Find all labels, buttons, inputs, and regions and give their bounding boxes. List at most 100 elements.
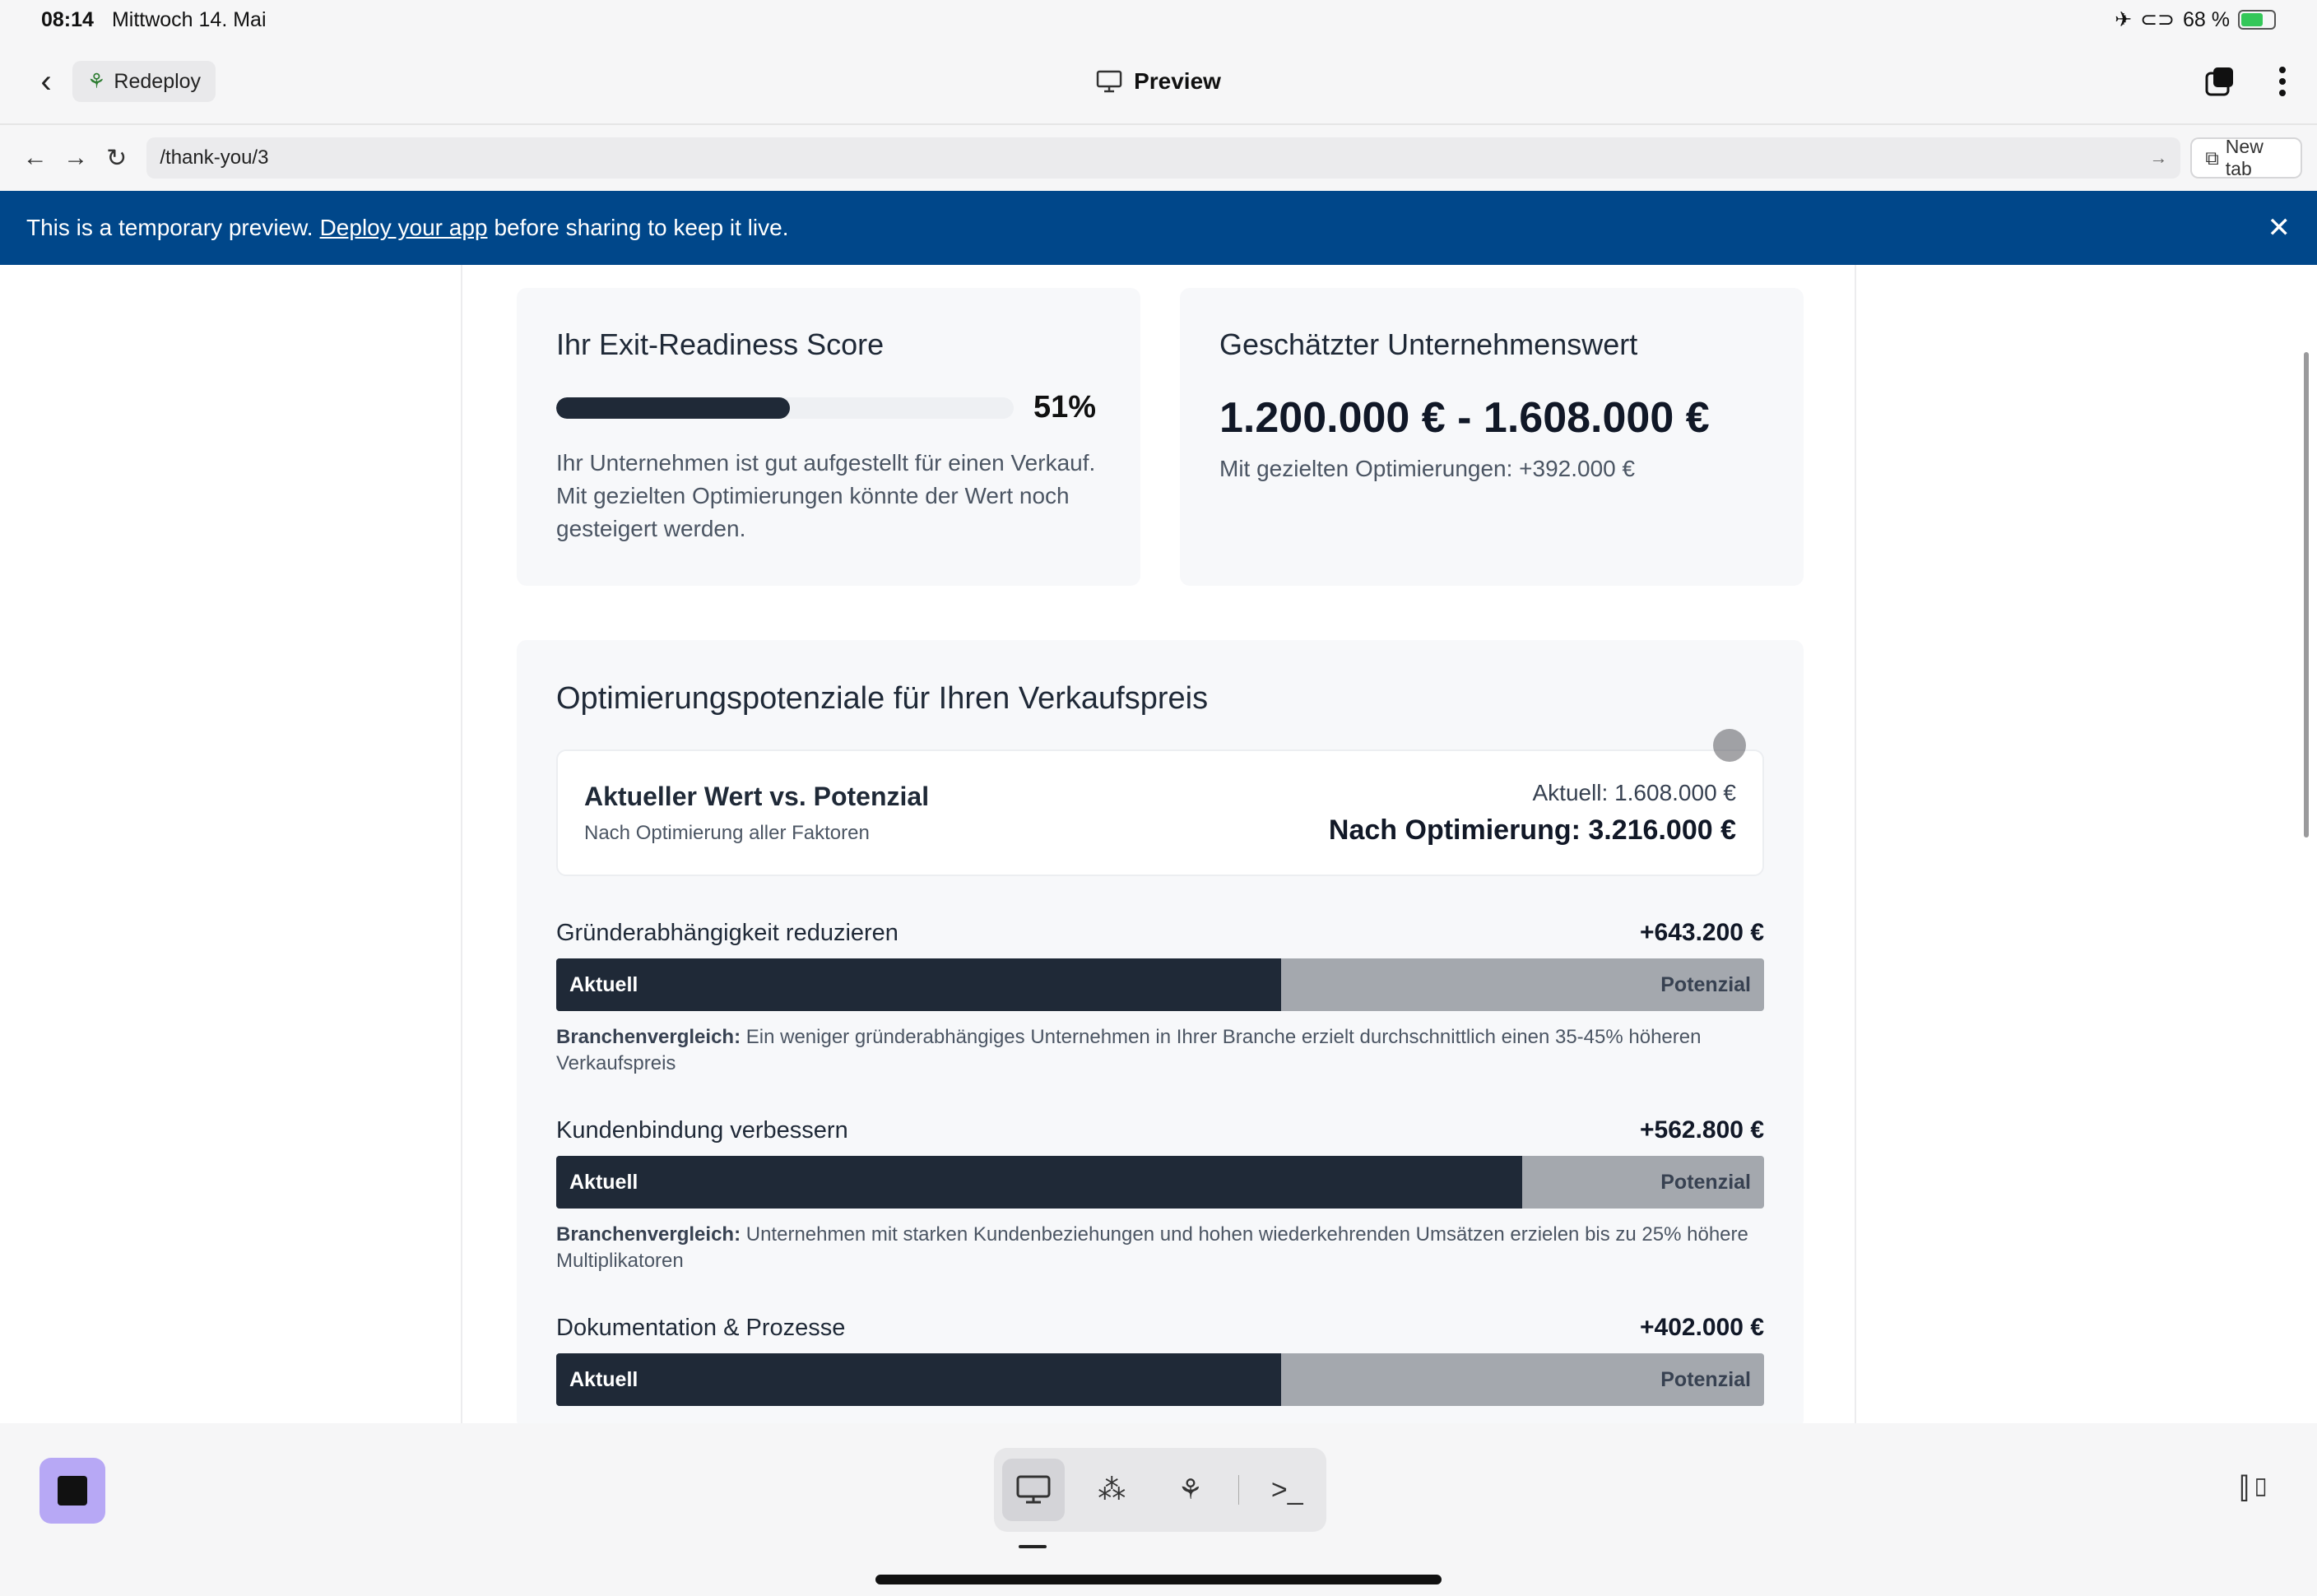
bar-label-potential: Potenzial	[1660, 1171, 1751, 1194]
status-right: ✈ ⊂⊃ 68 %	[2115, 7, 2276, 32]
bottom-toolbar: ⁂ ⚘ >_ ⫿▯	[0, 1423, 2317, 1596]
url-text: /thank-you/3	[160, 146, 269, 169]
dock-apps-button[interactable]: ⁂	[1081, 1459, 1144, 1521]
bar-label-current: Aktuell	[569, 1368, 638, 1391]
value-title: Geschätzter Unternehmenswert	[1219, 327, 1638, 361]
new-tab-label: New tab	[2225, 136, 2264, 179]
compare-after: Nach Optimierung: 3.216.000 €	[1328, 814, 1736, 846]
preview-title: Preview	[1096, 68, 1221, 95]
factor-name: Kundenbindung verbessern	[556, 1116, 848, 1144]
factor-founder: Gründerabhängigkeit reduzieren +643.200 …	[556, 919, 1764, 1077]
bar-label-current: Aktuell	[569, 1171, 638, 1194]
redeploy-icon: ⚘	[87, 70, 106, 93]
deploy-icon: ⚘	[1177, 1474, 1203, 1506]
factor-name: Dokumentation & Prozesse	[556, 1314, 846, 1341]
redeploy-label: Redeploy	[114, 69, 202, 93]
factor-amount: +643.200 €	[1640, 919, 1764, 946]
page-content: Ihr Exit-Readiness Score 51% Ihr Unterne…	[0, 265, 2317, 1423]
factor-bar: Aktuell Potenzial	[556, 1156, 1764, 1209]
arrow-right-icon[interactable]: →	[55, 144, 95, 172]
deploy-link[interactable]: Deploy your app	[320, 215, 488, 241]
arrow-left-icon[interactable]: ←	[15, 144, 55, 172]
compare-right: Aktuell: 1.608.000 € Nach Optimierung: 3…	[1329, 780, 1736, 847]
dock-preview-button[interactable]	[1002, 1459, 1065, 1521]
factor-bar: Aktuell Potenzial	[556, 1353, 1764, 1406]
factor-benchmark: Branchenvergleich: Unternehmen mit stark…	[556, 1222, 1764, 1274]
dock-active-indicator	[1019, 1545, 1047, 1548]
stop-button[interactable]	[39, 1458, 105, 1524]
factor-documentation: Dokumentation & Prozesse +402.000 € Aktu…	[556, 1314, 1764, 1406]
factor-head: Gründerabhängigkeit reduzieren +643.200 …	[556, 919, 1764, 947]
score-fill	[556, 397, 790, 419]
factor-name: Gründerabhängigkeit reduzieren	[556, 919, 898, 946]
url-input[interactable]: /thank-you/3 →	[146, 137, 2181, 179]
factor-bar-current	[556, 1353, 1281, 1406]
value-range: 1.200.000 € - 1.608.000 €	[1219, 394, 1710, 442]
scrollbar[interactable]	[2304, 352, 2309, 837]
content-frame: Ihr Exit-Readiness Score 51% Ihr Unterne…	[461, 265, 1856, 1423]
app-bar: ‹ ⚘ Redeploy Preview	[0, 39, 2317, 125]
factor-amount: +402.000 €	[1640, 1314, 1764, 1341]
close-icon[interactable]: ✕	[2268, 211, 2291, 244]
score-percent: 51%	[1033, 390, 1097, 425]
app-bar-actions	[2203, 65, 2287, 98]
banner-text-after: before sharing to keep it live.	[494, 215, 789, 240]
optimization-title: Optimierungspotenziale für Ihren Verkauf…	[556, 681, 1209, 716]
monitor-icon	[1016, 1475, 1051, 1504]
factor-customers: Kundenbindung verbessern +562.800 € Aktu…	[556, 1116, 1764, 1274]
compare-left: Aktueller Wert vs. Potenzial Nach Optimi…	[584, 782, 929, 845]
go-arrow-icon[interactable]: →	[2149, 147, 2167, 169]
tabs-icon[interactable]	[2203, 65, 2236, 98]
benchmark-label: Branchenvergleich:	[556, 1026, 741, 1048]
bar-label-current: Aktuell	[569, 973, 638, 996]
status-time: 08:14	[41, 7, 94, 31]
link-icon: ⊂⊃	[2140, 8, 2175, 31]
back-icon[interactable]: ‹	[30, 63, 63, 100]
more-icon[interactable]	[2278, 65, 2287, 98]
apps-icon: ⁂	[1098, 1474, 1126, 1506]
status-date: Mittwoch 14. Mai	[111, 7, 267, 31]
bar-label-potential: Potenzial	[1660, 973, 1751, 996]
factor-head: Dokumentation & Prozesse +402.000 €	[556, 1314, 1764, 1342]
benchmark-label: Branchenvergleich:	[556, 1223, 741, 1246]
dock-separator	[1237, 1475, 1240, 1505]
new-tab-button[interactable]: ⧉ New tab	[2190, 136, 2302, 179]
preview-banner: This is a temporary preview. Deploy your…	[0, 191, 2317, 265]
home-indicator	[875, 1575, 1442, 1584]
compare-subtitle: Nach Optimierung aller Faktoren	[584, 821, 870, 844]
bar-label-potential: Potenzial	[1660, 1368, 1751, 1391]
score-title: Ihr Exit-Readiness Score	[556, 327, 885, 361]
dock-deploy-button[interactable]: ⚘	[1159, 1459, 1222, 1521]
compare-title: Aktueller Wert vs. Potenzial	[584, 781, 930, 811]
airplane-icon: ✈	[2115, 8, 2133, 31]
score-card: Ihr Exit-Readiness Score 51% Ihr Unterne…	[517, 288, 1140, 586]
compare-box: Aktueller Wert vs. Potenzial Nach Optimi…	[556, 749, 1764, 876]
value-optimization: Mit gezielten Optimierungen: +392.000 €	[1219, 456, 1636, 481]
factor-head: Kundenbindung verbessern +562.800 €	[556, 1116, 1764, 1144]
touch-indicator	[1713, 729, 1746, 762]
value-card: Geschätzter Unternehmenswert 1.200.000 €…	[1180, 288, 1804, 586]
battery-icon	[2238, 10, 2276, 30]
redeploy-button[interactable]: ⚘ Redeploy	[72, 61, 216, 102]
external-link-icon: ⧉	[2205, 146, 2219, 169]
score-row: 51%	[556, 390, 1101, 425]
reload-icon[interactable]: ↻	[96, 144, 137, 173]
factor-bar-current	[556, 958, 1281, 1011]
monitor-icon	[1096, 70, 1122, 93]
banner-text-before: This is a temporary preview.	[26, 215, 313, 240]
compare-current: Aktuell: 1.608.000 €	[1532, 779, 1736, 805]
terminal-icon: >_	[1270, 1473, 1303, 1506]
battery-percent: 68 %	[2183, 7, 2230, 31]
url-bar: ← → ↻ /thank-you/3 → ⧉ New tab	[0, 125, 2317, 191]
status-bar: 08:14 Mittwoch 14. Mai ✈ ⊂⊃ 68 %	[0, 0, 2317, 39]
dock-terminal-button[interactable]: >_	[1256, 1459, 1318, 1521]
panel-toggle-icon[interactable]: ⫿▯	[2240, 1471, 2273, 1506]
dock: ⁂ ⚘ >_	[994, 1448, 1326, 1532]
preview-label: Preview	[1134, 68, 1221, 94]
stop-icon	[58, 1476, 87, 1506]
score-description: Ihr Unternehmen ist gut aufgestellt für …	[556, 450, 1096, 541]
score-track	[556, 397, 1014, 419]
optimization-card: Optimierungspotenziale für Ihren Verkauf…	[517, 640, 1804, 1423]
factor-bar-current	[556, 1156, 1523, 1209]
factor-bar: Aktuell Potenzial	[556, 958, 1764, 1011]
